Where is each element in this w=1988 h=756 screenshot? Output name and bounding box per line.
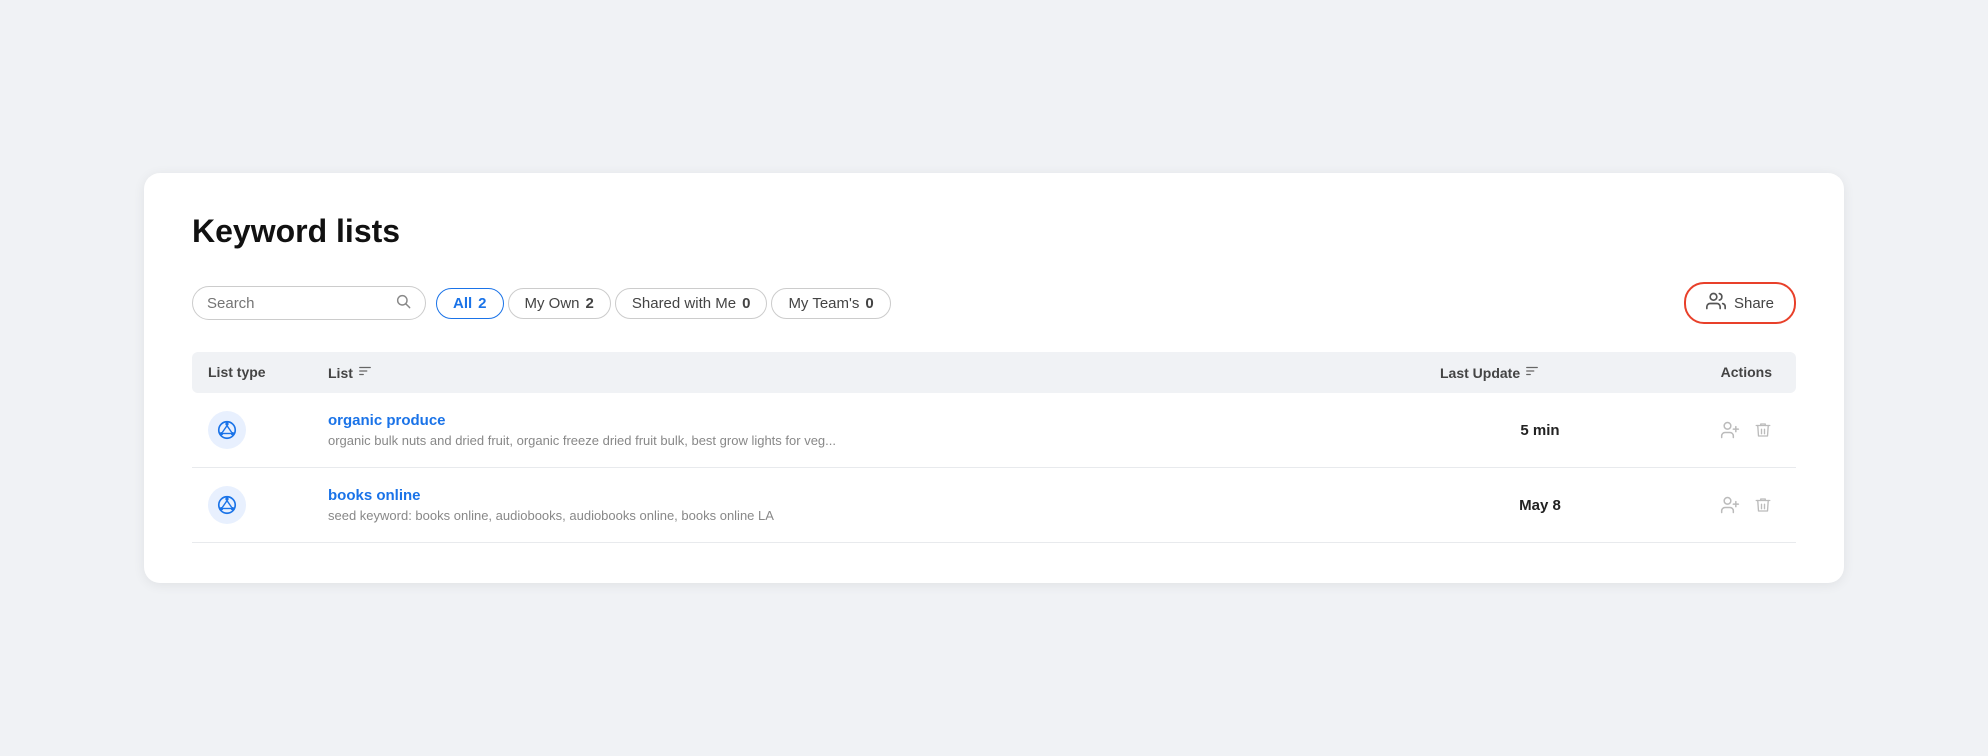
list-desc-organic: organic bulk nuts and dried fruit, organ… xyxy=(328,433,1440,448)
list-desc-books: seed keyword: books online, audiobooks, … xyxy=(328,508,1440,523)
tab-teams-label: My Team's xyxy=(788,295,859,312)
list-type-cell xyxy=(208,411,328,449)
share-button-label: Share xyxy=(1734,295,1774,312)
tab-teams-count: 0 xyxy=(865,295,873,312)
add-person-button-books[interactable] xyxy=(1720,495,1740,515)
filter-tab-my-own[interactable]: My Own 2 xyxy=(508,288,611,319)
tab-my-own-label: My Own xyxy=(525,295,580,312)
list-info-books: books online seed keyword: books online,… xyxy=(328,487,1440,523)
filter-tab-my-teams[interactable]: My Team's 0 xyxy=(771,288,890,319)
col-header-actions: Actions xyxy=(1640,364,1780,381)
last-update-sort-icon[interactable] xyxy=(1525,364,1539,381)
filter-tab-shared-with-me[interactable]: Shared with Me 0 xyxy=(615,288,768,319)
list-info-organic: organic produce organic bulk nuts and dr… xyxy=(328,412,1440,448)
main-card: Keyword lists All 2 My Own 2 Share xyxy=(144,173,1844,583)
last-update-books: May 8 xyxy=(1440,497,1640,514)
share-people-icon xyxy=(1706,291,1726,315)
row-actions-organic xyxy=(1640,420,1780,440)
filter-tabs: All 2 My Own 2 Shared with Me 0 My Team'… xyxy=(436,288,891,319)
list-name-books[interactable]: books online xyxy=(328,487,1440,504)
col-header-list: List xyxy=(328,364,1440,381)
list-name-organic[interactable]: organic produce xyxy=(328,412,1440,429)
filter-tab-all[interactable]: All 2 xyxy=(436,288,504,319)
search-input[interactable] xyxy=(207,295,387,312)
tab-all-label: All xyxy=(453,295,472,312)
add-person-button-organic[interactable] xyxy=(1720,420,1740,440)
table-row: books online seed keyword: books online,… xyxy=(192,468,1796,543)
delete-button-organic[interactable] xyxy=(1754,421,1772,439)
col-header-last-update: Last Update xyxy=(1440,364,1640,381)
search-wrapper xyxy=(192,286,426,320)
list-type-icon xyxy=(208,486,246,524)
list-type-icon xyxy=(208,411,246,449)
tab-shared-count: 0 xyxy=(742,295,750,312)
tab-all-count: 2 xyxy=(478,295,486,312)
row-actions-books xyxy=(1640,495,1780,515)
toolbar: All 2 My Own 2 Shared with Me 0 My Team'… xyxy=(192,282,1796,324)
list-sort-icon[interactable] xyxy=(358,364,372,381)
share-button[interactable]: Share xyxy=(1684,282,1796,324)
table-header: List type List Last Update xyxy=(192,352,1796,393)
table-row: organic produce organic bulk nuts and dr… xyxy=(192,393,1796,468)
delete-button-books[interactable] xyxy=(1754,496,1772,514)
tab-shared-label: Shared with Me xyxy=(632,295,736,312)
list-type-cell xyxy=(208,486,328,524)
search-icon xyxy=(395,293,411,313)
tab-my-own-count: 2 xyxy=(586,295,594,312)
table-container: List type List Last Update xyxy=(192,352,1796,543)
last-update-organic: 5 min xyxy=(1440,422,1640,439)
page-title: Keyword lists xyxy=(192,213,1796,250)
col-header-list-type: List type xyxy=(208,364,328,381)
